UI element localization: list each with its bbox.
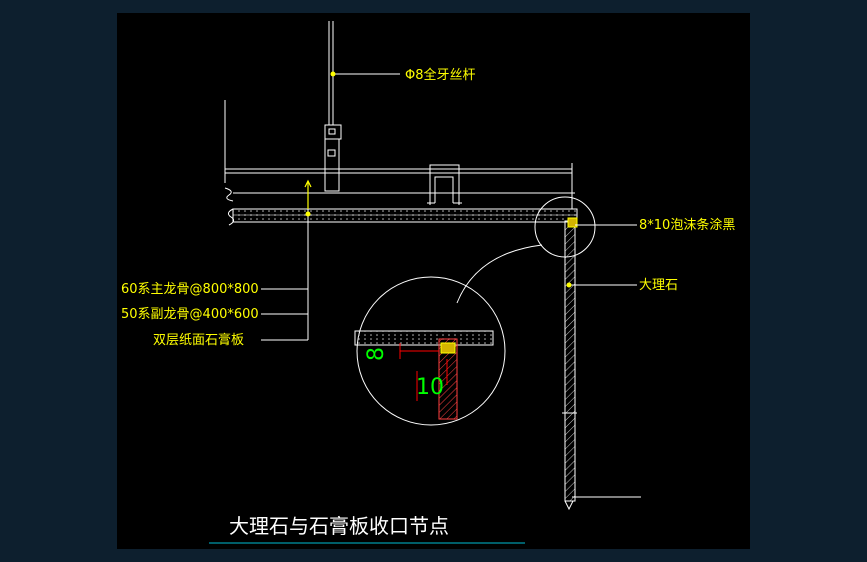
dimension-horizontal: 8: [364, 347, 389, 361]
dimension-vertical: 10: [416, 375, 444, 400]
callout-leader-arc: [456, 244, 543, 304]
slab-outline: [224, 100, 575, 209]
cad-viewport[interactable]: 8 10 Φ8全牙丝杆 8*10泡沫条涂黑 大理石 60系主龙骨@800*800…: [117, 13, 750, 549]
label-gypsum-board: 双层纸面石膏板: [153, 332, 244, 348]
foam-strip: [567, 217, 578, 228]
label-foam-strip: 8*10泡沫条涂黑: [639, 217, 735, 233]
sub-keel: [427, 164, 462, 205]
drawing-title: 大理石与石膏板收口节点: [229, 514, 449, 538]
rod-arrow-marks: [304, 179, 312, 209]
gypsum-board-layer: [227, 208, 578, 226]
label-sub-keel: 50系副龙骨@400*600: [121, 307, 259, 322]
label-main-keel: 60系主龙骨@800*800: [121, 282, 259, 297]
leader-lines: [261, 73, 637, 341]
cad-drawing: 8 10 Φ8全牙丝杆 8*10泡沫条涂黑 大理石 60系主龙骨@800*800…: [121, 21, 735, 544]
hanger-clip: [324, 124, 342, 192]
label-threaded-rod: Φ8全牙丝杆: [405, 67, 476, 83]
marble-panel: [562, 220, 641, 511]
label-marble: 大理石: [639, 278, 678, 293]
